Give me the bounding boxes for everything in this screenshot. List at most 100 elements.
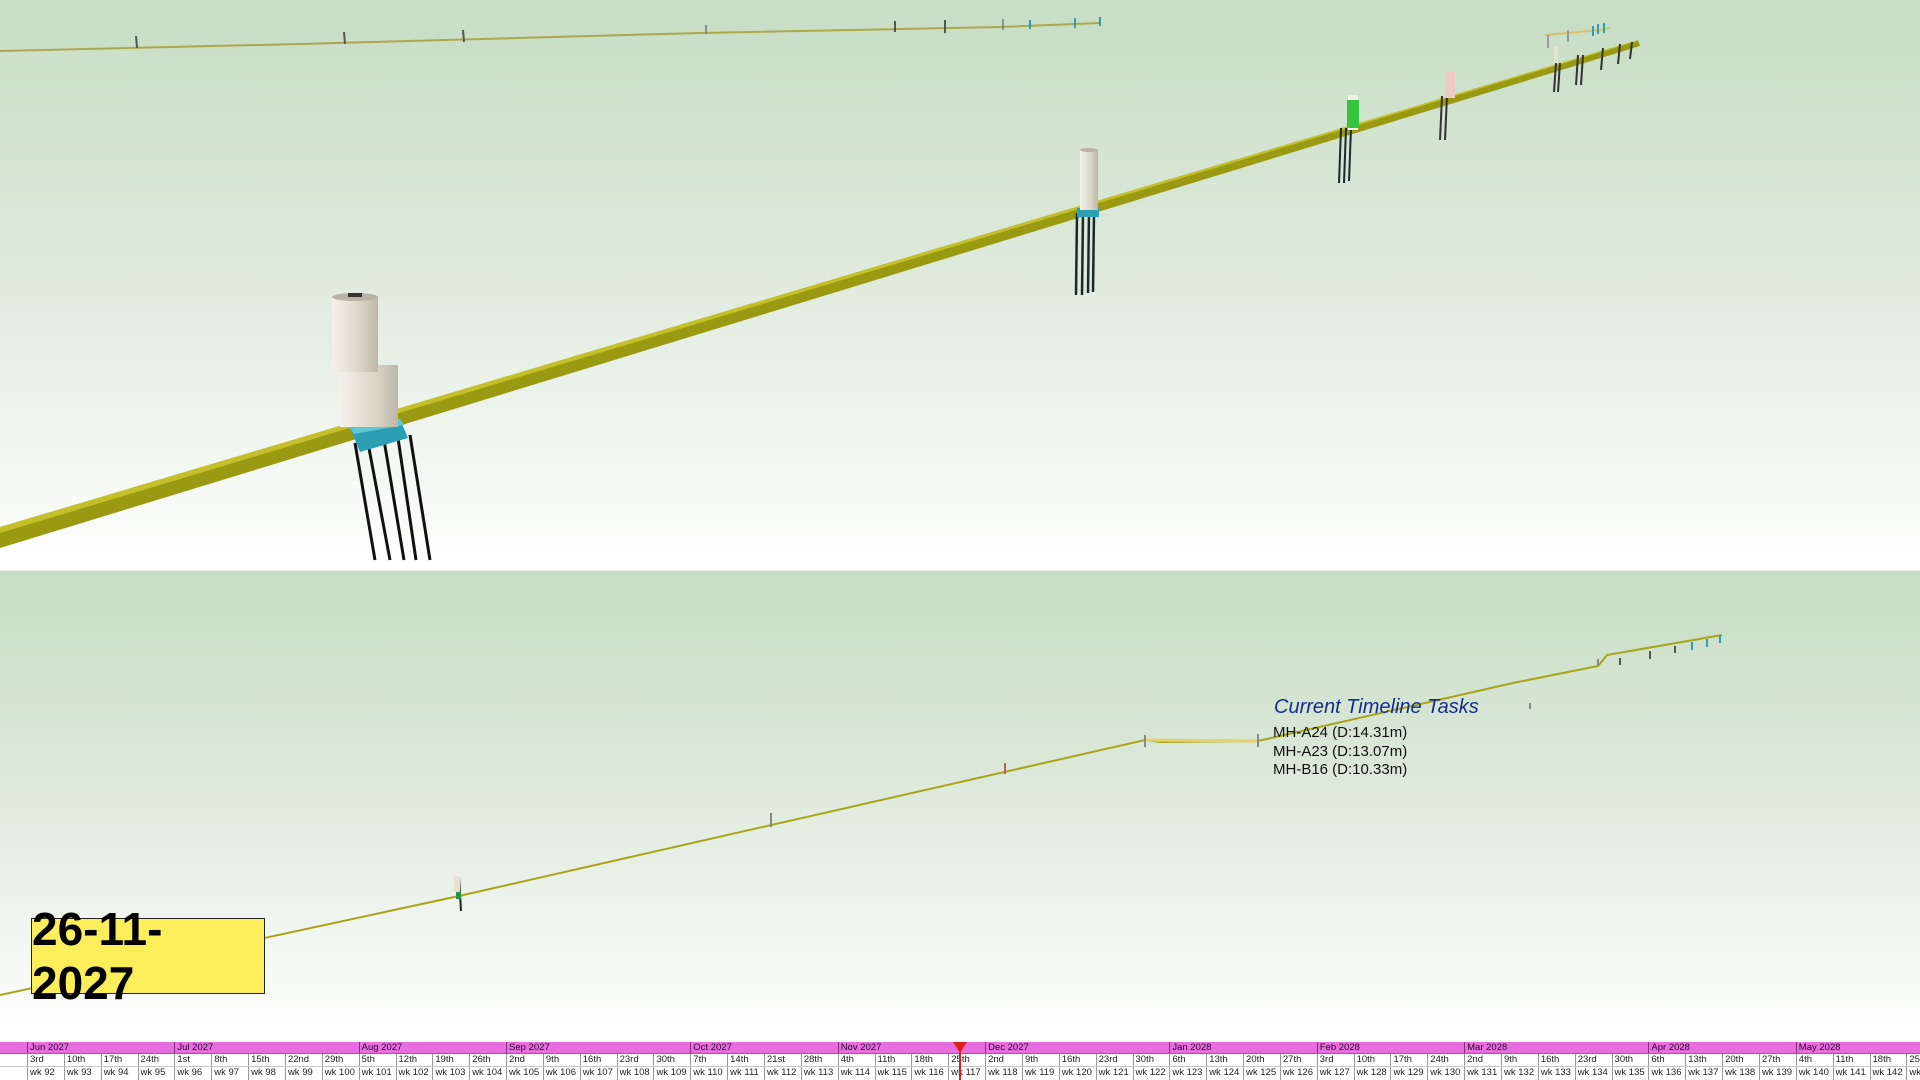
timeline-day-label: 6th	[1169, 1054, 1206, 1066]
timeline-day-label: 20th	[1243, 1054, 1280, 1066]
timeline-day-label: 9th	[1501, 1054, 1538, 1066]
timeline-day-label: 2nd	[985, 1054, 1022, 1066]
top-pipeline-scene[interactable]	[0, 0, 1920, 571]
piles-near	[353, 434, 432, 561]
timeline-day-label: 27th	[1279, 1054, 1317, 1066]
timeline-day-label: 1st	[174, 1054, 211, 1066]
timeline-week-label: wk 132	[1501, 1067, 1538, 1080]
timeline-day-label: 19th	[432, 1054, 469, 1066]
current-timeline-tasks-panel: Current Timeline Tasks MH-A24 (D:14.31m)…	[1273, 696, 1573, 780]
timeline-week-label: wk 142	[1869, 1067, 1907, 1080]
timeline-day-label: 24th	[1427, 1054, 1464, 1066]
timeline-day-label: 4th	[837, 1054, 875, 1066]
timeline-week-label: wk 120	[1058, 1067, 1096, 1080]
task-item: MH-A24 (D:14.31m)	[1273, 724, 1408, 741]
timeline-day-label: 9th	[542, 1054, 580, 1066]
timeline-week-label: wk 138	[1722, 1067, 1759, 1080]
timeline-week-label: wk 129	[1390, 1067, 1427, 1080]
timeline-week-label: wk 127	[1316, 1067, 1354, 1080]
timeline-week-label: wk 98	[248, 1067, 285, 1080]
timeline-week-label: wk 94	[100, 1067, 138, 1080]
timeline-day-label: 2nd	[1464, 1054, 1501, 1066]
timeline-day-label: 17th	[1390, 1054, 1427, 1066]
timeline-day-label: 30th	[653, 1054, 690, 1066]
timeline-day-label: 16th	[1537, 1054, 1575, 1066]
timeline-week-label: wk 115	[874, 1067, 912, 1080]
timeline-day-label: 3rd	[27, 1054, 64, 1066]
timeline-week-label: wk 108	[616, 1067, 654, 1080]
timeline-day-label: 20th	[1722, 1054, 1759, 1066]
timeline-week-label: wk 131	[1464, 1067, 1501, 1080]
timeline-day-label: 21st	[764, 1054, 801, 1066]
timeline-week-label: wk 97	[211, 1067, 248, 1080]
timeline-day-label: 23rd	[1574, 1054, 1612, 1066]
timeline-week-label: wk 124	[1206, 1067, 1243, 1080]
timeline-week-label: wk 103	[432, 1067, 469, 1080]
timeline-day-label: 10th	[1353, 1054, 1391, 1066]
timeline-week-label: wk 99	[284, 1067, 322, 1080]
timeline-week-label: wk 123	[1169, 1067, 1206, 1080]
timeline-week-label: wk 133	[1537, 1067, 1575, 1080]
timeline-day-label: 18th	[1869, 1054, 1907, 1066]
timeline-day-label: 24th	[137, 1054, 175, 1066]
timeline-day-label: 18th	[911, 1054, 948, 1066]
timeline-day-label: 30th	[1611, 1054, 1649, 1066]
timeline-month-label: Oct 2027	[690, 1042, 837, 1053]
top-3d-viewport[interactable]	[0, 0, 1920, 571]
timeline-week-label: wk 101	[358, 1067, 396, 1080]
timeline-week-label: wk 130	[1427, 1067, 1464, 1080]
timeline-month-label: Mar 2028	[1464, 1042, 1648, 1053]
timeline-day-label: 16th	[579, 1054, 617, 1066]
timeline-week-label: wk 113	[800, 1067, 838, 1080]
timeline-month-label: Jun 2027	[27, 1042, 174, 1053]
timeline-day-label: 29th	[321, 1054, 359, 1066]
timeline-day-label: 4th	[1795, 1054, 1833, 1066]
timeline-week-label: wk 119	[1021, 1067, 1059, 1080]
timeline-week-label: wk 100	[321, 1067, 359, 1080]
tasks-title: Current Timeline Tasks	[1274, 696, 1479, 718]
timeline-month-label: Aug 2027	[358, 1042, 506, 1053]
bottom-pipeline-scene[interactable]	[0, 571, 1920, 1038]
timeline-week-label: wk 136	[1648, 1067, 1685, 1080]
timeline-week-label: wk 107	[579, 1067, 617, 1080]
current-date-marker-line	[959, 1052, 961, 1080]
timeline-day-label: 23rd	[1095, 1054, 1133, 1066]
task-item: MH-A23 (D:13.07m)	[1273, 742, 1408, 760]
task-item: MH-B16 (D:10.33m)	[1273, 761, 1408, 778]
bottom-3d-viewport[interactable]	[0, 571, 1920, 1038]
timeline-day-label: 13th	[1685, 1054, 1722, 1066]
timeline-week-label: wk 125	[1243, 1067, 1280, 1080]
active-pipe-segment	[1144, 738, 1259, 743]
timeline-month-label: Jan 2028	[1169, 1042, 1316, 1053]
timeline-week-label: wk 92	[27, 1067, 64, 1080]
timeline-day-label: 26th	[469, 1054, 506, 1066]
timeline-week-label: wk 110	[690, 1067, 727, 1080]
timeline-day-label: 10th	[63, 1054, 101, 1066]
timeline-day-label: 12th	[395, 1054, 433, 1066]
timeline-month-label: Dec 2027	[985, 1042, 1169, 1053]
timeline-month-label: May 2028	[1795, 1042, 1920, 1053]
timeline-day-label: 11th	[874, 1054, 912, 1066]
timeline-day-label: 9th	[1021, 1054, 1059, 1066]
timeline-week-label: wk 111	[727, 1067, 764, 1080]
timeline-month-label: Feb 2028	[1316, 1042, 1464, 1053]
timeline-week-label: wk 141	[1832, 1067, 1870, 1080]
timeline-week-label: wk 139	[1758, 1067, 1796, 1080]
timeline-day-label: 3rd	[1316, 1054, 1354, 1066]
timeline-day-label: 28th	[800, 1054, 838, 1066]
timeline-week-label: wk 140	[1795, 1067, 1833, 1080]
far-pipeline	[0, 17, 1101, 52]
timeline-week-label: wk 116	[911, 1067, 948, 1080]
timeline-day-label: 8th	[211, 1054, 248, 1066]
timeline-week-label: wk 128	[1353, 1067, 1391, 1080]
timeline-day-label: 25th	[948, 1054, 985, 1066]
manhole-near[interactable]	[332, 293, 432, 561]
timeline-week-label: wk 109	[653, 1067, 690, 1080]
timeline-day-label: 2nd	[506, 1054, 543, 1066]
main-pipe[interactable]	[0, 40, 1640, 548]
timeline-day-label: 23rd	[616, 1054, 654, 1066]
timeline-week-label: wk 114	[837, 1067, 875, 1080]
timeline-week-label: wk 93	[63, 1067, 101, 1080]
timeline-month-label: Sep 2027	[506, 1042, 690, 1053]
timeline-week-label: wk 134	[1574, 1067, 1612, 1080]
